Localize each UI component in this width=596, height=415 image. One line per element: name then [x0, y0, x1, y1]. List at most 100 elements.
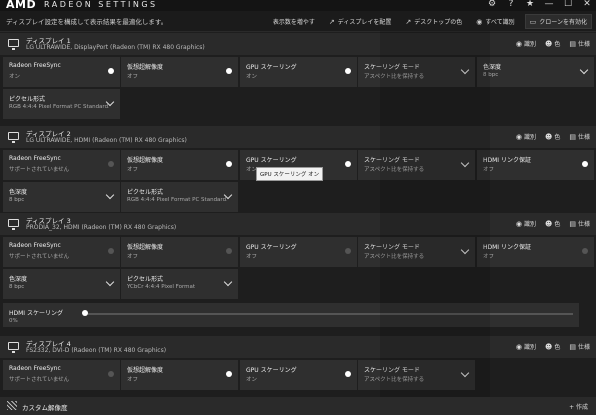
specs-link[interactable]: ▤ 仕様 [569, 132, 590, 142]
setting-label: GPU スケーリング [246, 244, 297, 251]
color-link[interactable]: ☻ 色 [545, 342, 560, 352]
setting-value: サポートされていません [9, 377, 70, 383]
toggle-switch[interactable] [226, 371, 232, 377]
toggle-switch[interactable] [345, 68, 351, 74]
toggle-switch[interactable] [108, 371, 114, 377]
display-header: ディスプレイ 2 LG ULTRAWIDE, HDMI (Radeon (TM) … [0, 126, 596, 148]
setting-tile[interactable]: GPU スケーリング オン [240, 57, 357, 87]
setting-tile[interactable]: Radeon FreeSync サポートされていません [3, 237, 120, 267]
setting-tile[interactable]: スケーリング モード アスペクト比を保持する [358, 150, 475, 180]
desktop-color-label: デスクトップの色 [414, 19, 463, 26]
enable-clone-button[interactable]: ▭ クローンを有効化 [524, 14, 592, 29]
setting-value: RGB 4:4:4 Pixel Format PC Standard... [9, 104, 109, 110]
identify-link[interactable]: ◉ 識別 [516, 342, 536, 352]
specs-link[interactable]: ▤ 仕様 [569, 39, 590, 49]
create-custom-resolution-button[interactable]: + 作成 [569, 402, 588, 411]
setting-tile[interactable]: HDMI リンク保証 オフ [477, 150, 594, 180]
setting-tile[interactable]: Radeon FreeSync サポートされていません [3, 150, 120, 180]
toggle-switch[interactable] [345, 371, 351, 377]
identify-link[interactable]: ◉ 識別 [515, 39, 536, 49]
chevron-down-icon[interactable] [105, 277, 115, 287]
monitor-icon [8, 39, 19, 50]
setting-label: 仮想超解像度 [127, 367, 164, 374]
toggle-switch[interactable] [226, 161, 232, 167]
toggle-switch[interactable] [582, 248, 588, 254]
desktop-color-button[interactable]: ↗ デスクトップの色 [401, 15, 466, 28]
setting-tile[interactable]: GPU スケーリング オフ [240, 237, 357, 267]
chevron-down-icon[interactable] [223, 277, 233, 287]
toggle-switch[interactable] [582, 161, 588, 167]
chevron-down-icon[interactable] [460, 65, 470, 75]
setting-label: スケーリング モード [364, 244, 420, 251]
toggle-switch[interactable] [226, 248, 232, 254]
specs-link[interactable]: ▤ 仕様 [569, 342, 590, 352]
amd-logo: AMD [6, 0, 37, 11]
toggle-switch[interactable] [226, 68, 232, 74]
specs-link[interactable]: ▤ 仕様 [569, 219, 590, 229]
setting-tile[interactable]: HDMI リンク保証 オフ [477, 237, 594, 267]
color-link[interactable]: ☻ 色 [545, 219, 560, 229]
chevron-down-icon[interactable] [579, 65, 589, 75]
setting-tile[interactable]: スケーリング モード アスペクト比を保持する [358, 237, 475, 267]
setting-tile[interactable]: 仮想超解像度 オフ [121, 360, 238, 390]
setting-tile[interactable]: スケーリング モード アスペクト比を保持する [358, 57, 475, 87]
setting-tile[interactable]: 仮想超解像度 オフ [121, 150, 238, 180]
custom-resolution-title: カスタム解像度 [22, 404, 68, 412]
setting-tile[interactable]: 色深度 8 bpc [3, 182, 120, 212]
hdmi-scaling-slider-knob[interactable] [82, 310, 88, 316]
help-icon[interactable]: ? [506, 0, 516, 9]
toggle-switch[interactable] [345, 248, 351, 254]
chevron-down-icon[interactable] [105, 190, 115, 200]
setting-tile[interactable]: GPU スケーリング オン [240, 360, 357, 390]
settings-gear-icon[interactable]: ⚙ [487, 0, 497, 9]
setting-tile[interactable]: ピクセル形式 YCbCr 4:4:4 Pixel Format [121, 269, 238, 299]
more-displays-button[interactable]: 表示数を増やす [269, 15, 319, 28]
display-subtitle: FS2332, DVI-D (Radeon (TM) RX 480 Graphi… [26, 347, 167, 354]
setting-tile[interactable]: 色深度 8 bpc [477, 57, 594, 87]
close-icon[interactable]: ✕ [582, 0, 592, 9]
toggle-switch[interactable] [108, 248, 114, 254]
setting-label: GPU スケーリング [246, 157, 297, 164]
chevron-down-icon[interactable] [460, 368, 470, 378]
setting-tile[interactable]: ピクセル形式 RGB 4:4:4 Pixel Format PC Standard… [121, 182, 238, 212]
enable-clone-label: クローンを有効化 [539, 19, 587, 26]
identify-link[interactable]: ◉ 識別 [516, 219, 537, 229]
setting-tile[interactable]: 色深度 8 bpc [3, 269, 120, 299]
favorite-star-icon[interactable]: ★ [525, 0, 535, 9]
toggle-switch[interactable] [345, 161, 351, 167]
setting-tile[interactable]: 仮想超解像度 オフ [121, 57, 238, 87]
custom-resolution-bar[interactable]: カスタム解像度 + 作成 [0, 397, 596, 415]
identify-link[interactable]: ◉ 識別 [516, 132, 536, 142]
setting-label: HDMI リンク保証 [483, 157, 531, 164]
hdmi-scaling-track[interactable] [85, 313, 573, 315]
toggle-switch[interactable] [108, 161, 114, 167]
specs-icon: ▤ [569, 342, 576, 351]
specs-icon: ▤ [569, 219, 576, 228]
setting-tile[interactable]: スケーリング モード アスペクト比を保持する [358, 360, 475, 390]
hdmi-scaling-slider-row[interactable]: HDMI スケーリング 0% [3, 303, 579, 327]
arrange-displays-button[interactable]: ↗ ディスプレイを配置 [325, 15, 395, 28]
color-palette-icon: ☻ [545, 219, 553, 228]
toggle-switch[interactable] [108, 68, 114, 74]
setting-tile[interactable]: ピクセル形式 RGB 4:4:4 Pixel Format PC Standard… [3, 89, 120, 119]
setting-tile[interactable]: Radeon FreeSync オン [3, 57, 120, 87]
minimize-icon[interactable]: — [544, 0, 554, 9]
setting-tile[interactable]: Radeon FreeSync サポートされていません [3, 360, 120, 390]
color-link[interactable]: ☻ 色 [545, 132, 560, 142]
arrange-displays-label: ディスプレイを配置 [337, 19, 392, 26]
chevron-down-icon[interactable] [460, 245, 470, 255]
chevron-down-icon[interactable] [460, 158, 470, 168]
setting-label: Radeon FreeSync [9, 242, 61, 249]
identify-link-label: 識別 [524, 221, 537, 228]
title-bar: AMD RADEON SETTINGS ⚙ ? ★ — ☐ ✕ [0, 0, 596, 11]
setting-value: オン [246, 74, 258, 80]
color-link-label: 色 [554, 41, 561, 48]
setting-label: 仮想超解像度 [127, 157, 164, 164]
maximize-icon[interactable]: ☐ [563, 0, 573, 9]
identify-all-button[interactable]: ◉ すべて識別 [472, 15, 518, 28]
eye-icon: ◉ [515, 39, 523, 48]
setting-tile[interactable]: 仮想超解像度 オフ [121, 237, 238, 267]
specs-icon: ▤ [569, 132, 576, 141]
setting-label: スケーリング モード [364, 64, 420, 71]
color-link[interactable]: ☻ 色 [545, 39, 561, 49]
